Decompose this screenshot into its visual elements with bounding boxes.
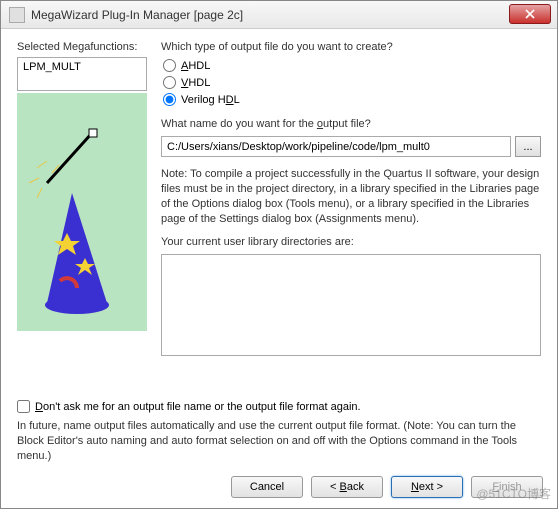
output-name-question: What name do you want for the output fil…: [161, 118, 541, 130]
future-note: In future, name output files automatical…: [17, 419, 541, 464]
dialog-window: MegaWizard Plug-In Manager [page 2c] Sel…: [0, 0, 558, 509]
app-icon: [9, 7, 25, 23]
radio-verilog[interactable]: [163, 93, 176, 106]
selected-megafunctions-label: Selected Megafunctions:: [17, 41, 147, 53]
left-column: Selected Megafunctions: LPM_MULT: [17, 41, 147, 427]
user-lib-dirs-label: Your current user library directories ar…: [161, 236, 541, 248]
output-type-question: Which type of output file do you want to…: [161, 41, 541, 53]
dont-ask-label[interactable]: Don't ask me for an output file name or …: [35, 401, 361, 413]
browse-button[interactable]: ...: [515, 136, 541, 157]
radio-verilog-row: Verilog HDL: [163, 93, 541, 106]
list-item: LPM_MULT: [23, 61, 81, 73]
bottom-section: Don't ask me for an output file name or …: [17, 400, 541, 464]
radio-verilog-label[interactable]: Verilog HDL: [181, 94, 240, 106]
close-icon: [525, 9, 535, 19]
titlebar: MegaWizard Plug-In Manager [page 2c]: [1, 1, 557, 29]
finish-button: Finish: [471, 476, 543, 498]
dont-ask-checkbox[interactable]: [17, 400, 30, 413]
radio-ahdl[interactable]: [163, 59, 176, 72]
compile-note: Note: To compile a project successfully …: [161, 167, 541, 226]
selected-megafunctions-list[interactable]: LPM_MULT: [17, 57, 147, 91]
next-button[interactable]: Next >: [391, 476, 463, 498]
path-row: ...: [161, 136, 541, 157]
radio-vhdl-label[interactable]: VHDL: [181, 77, 210, 89]
radio-vhdl[interactable]: [163, 76, 176, 89]
window-title: MegaWizard Plug-In Manager [page 2c]: [31, 8, 243, 22]
right-column: Which type of output file do you want to…: [161, 41, 541, 427]
radio-ahdl-row: AHDL: [163, 59, 541, 72]
output-path-input[interactable]: [161, 136, 511, 157]
dont-ask-row: Don't ask me for an output file name or …: [17, 400, 541, 413]
content-area: Selected Megafunctions: LPM_MULT: [1, 29, 557, 439]
radio-vhdl-row: VHDL: [163, 76, 541, 89]
cancel-button[interactable]: Cancel: [231, 476, 303, 498]
close-button[interactable]: [509, 4, 551, 24]
radio-ahdl-label[interactable]: AHDL: [181, 60, 210, 72]
button-row: Cancel < Back Next > Finish: [231, 476, 543, 498]
back-button[interactable]: < Back: [311, 476, 383, 498]
wizard-illustration: [17, 93, 147, 331]
user-lib-dirs-box[interactable]: [161, 254, 541, 356]
